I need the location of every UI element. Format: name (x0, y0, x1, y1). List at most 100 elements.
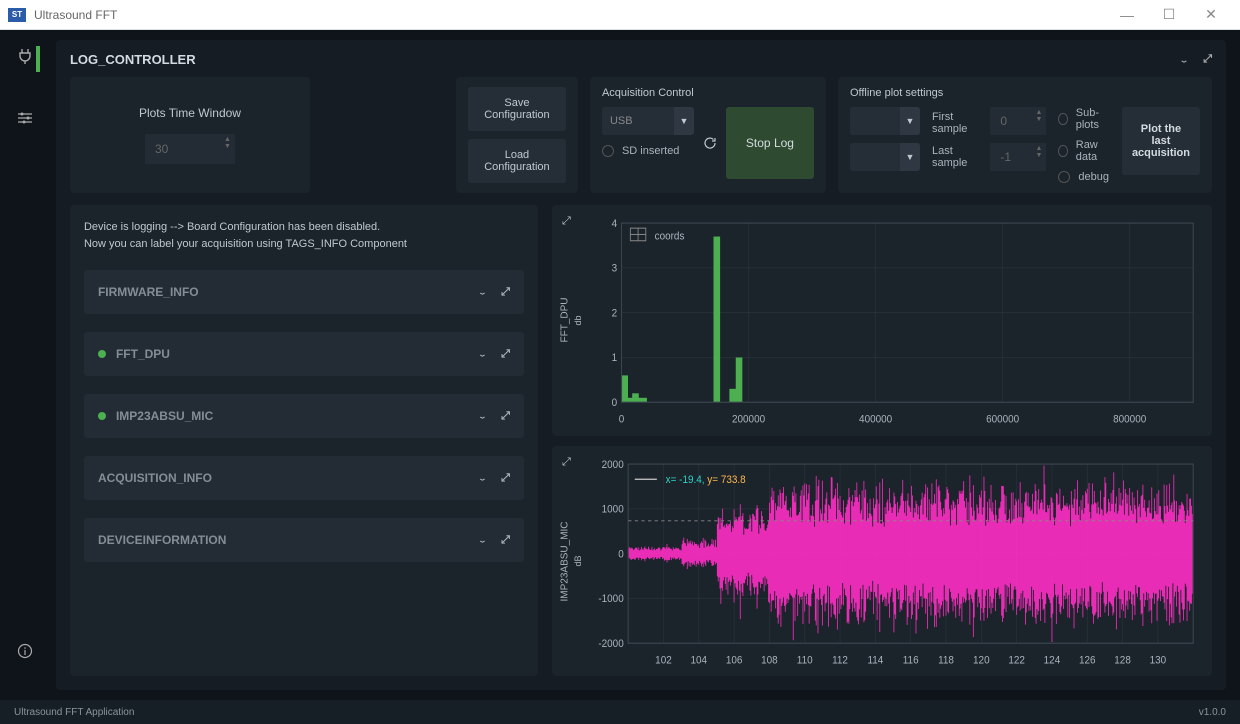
last-sample-input[interactable]: -1▲▼ (990, 143, 1046, 171)
accordion-firmware-info[interactable]: FIRMWARE_INFO ⌄⤢ (84, 270, 524, 314)
rawdata-radio[interactable] (1058, 145, 1067, 157)
chevron-down-icon: ⌄ (478, 474, 487, 482)
chart-fft-dpu: ⤢ FFT_DPU db 012340200000400000600000800… (552, 205, 1212, 436)
svg-text:110: 110 (797, 653, 813, 666)
chevron-down-icon: ▼ (900, 143, 920, 171)
chart2-name: IMP23ABSU_MIC (558, 454, 572, 669)
st-logo: ST (8, 8, 26, 22)
chart2-plot[interactable]: -2000-1000010002000102104106108110112114… (584, 454, 1202, 669)
svg-text:4: 4 (612, 217, 618, 230)
active-indicator (36, 46, 40, 72)
left-rail (0, 30, 50, 700)
chart1-plot[interactable]: 012340200000400000600000800000coords (584, 213, 1202, 428)
accordion-acq-info[interactable]: ACQUISITION_INFO ⌄⤢ (84, 456, 524, 500)
svg-text:2000: 2000 (602, 458, 624, 471)
svg-text:108: 108 (761, 653, 778, 666)
save-config-button[interactable]: Save Configuration (468, 87, 566, 131)
svg-text:2: 2 (612, 307, 618, 320)
plots-time-card: Plots Time Window 30 ▲▼ (70, 77, 310, 193)
plot-last-button[interactable]: Plot the last acquisition (1122, 107, 1200, 175)
maximize-button[interactable]: ☐ (1148, 1, 1190, 29)
svg-text:coords: coords (655, 230, 685, 243)
refresh-icon[interactable] (702, 107, 718, 179)
expand-icon[interactable]: ⤢ (501, 410, 510, 423)
accordion-fft-dpu[interactable]: FFT_DPU ⌄⤢ (84, 332, 524, 376)
svg-text:x= -19.4, y= 733.8: x= -19.4, y= 733.8 (666, 473, 746, 486)
rawdata-label: Raw data (1076, 139, 1110, 163)
svg-text:0: 0 (612, 396, 618, 409)
subplots-label: Sub-plots (1076, 107, 1110, 131)
offline-title: Offline plot settings (850, 87, 1200, 99)
accordion-mic[interactable]: IMP23ABSU_MIC ⌄⤢ (84, 394, 524, 438)
panel-title: LOG_CONTROLLER (70, 52, 196, 67)
plug-icon[interactable] (18, 48, 32, 69)
offline-select-1[interactable]: ▼ (850, 107, 920, 135)
acquisition-control-card: Acquisition Control USB▼ SD inserted Sto… (590, 77, 826, 193)
status-bar: Ultrasound FFT Application v1.0.0 (0, 700, 1240, 724)
sliders-icon[interactable] (17, 111, 33, 130)
svg-text:126: 126 (1079, 653, 1096, 666)
spinner-arrows-icon[interactable]: ▲▼ (1035, 145, 1042, 159)
component-list: Device is logging --> Board Configuratio… (70, 205, 538, 676)
expand-icon[interactable]: ⤢ (501, 534, 510, 547)
chevron-down-icon: ⌄ (478, 288, 487, 296)
first-sample-label: First sample (932, 111, 978, 135)
chart1-ylabel: db (572, 213, 584, 428)
info-icon[interactable] (17, 643, 33, 664)
accordion-device-info[interactable]: DEVICEINFORMATION ⌄⤢ (84, 518, 524, 562)
window-titlebar: ST Ultrasound FFT — ☐ ✕ (0, 0, 1240, 30)
svg-text:600000: 600000 (986, 413, 1019, 426)
sd-radio[interactable] (602, 145, 614, 157)
chevron-down-icon[interactable]: ⌄ (1179, 55, 1189, 63)
svg-text:3: 3 (612, 262, 618, 275)
svg-text:0: 0 (618, 547, 624, 560)
spinner-arrows-icon[interactable]: ▲▼ (224, 136, 231, 150)
svg-text:124: 124 (1044, 653, 1061, 666)
logging-info-text: Device is logging --> Board Configuratio… (84, 219, 524, 252)
svg-text:106: 106 (726, 653, 743, 666)
chevron-down-icon: ⌄ (478, 536, 487, 544)
sd-label: SD inserted (622, 145, 679, 157)
plots-time-input[interactable]: 30 ▲▼ (145, 134, 235, 164)
svg-text:-2000: -2000 (598, 637, 623, 650)
svg-text:-1000: -1000 (598, 592, 623, 605)
offline-select-2[interactable]: ▼ (850, 143, 920, 171)
expand-icon[interactable]: ⤢ (501, 348, 510, 361)
chart-mic: ⤢ IMP23ABSU_MIC dB -2000-100001000200010… (552, 446, 1212, 677)
chevron-down-icon: ⌄ (478, 350, 487, 358)
chevron-down-icon: ⌄ (478, 412, 487, 420)
debug-label: debug (1078, 171, 1109, 183)
offline-plot-card: Offline plot settings ▼ ▼ First sample L… (838, 77, 1212, 193)
svg-text:114: 114 (867, 653, 883, 666)
first-sample-input[interactable]: 0▲▼ (990, 107, 1046, 135)
load-config-button[interactable]: Load Configuration (468, 139, 566, 183)
status-dot-icon (98, 412, 106, 420)
svg-text:0: 0 (619, 413, 625, 426)
svg-text:130: 130 (1150, 653, 1167, 666)
acq-title: Acquisition Control (602, 87, 814, 99)
chevron-down-icon: ▼ (900, 107, 920, 135)
svg-text:122: 122 (1008, 653, 1025, 666)
chart1-name: FFT_DPU (558, 213, 572, 428)
spinner-arrows-icon[interactable]: ▲▼ (1035, 109, 1042, 123)
footer-version: v1.0.0 (1199, 707, 1226, 718)
expand-icon[interactable]: ⤢ (501, 472, 510, 485)
svg-text:1: 1 (612, 352, 618, 365)
svg-text:104: 104 (690, 653, 707, 666)
footer-app-name: Ultrasound FFT Application (14, 707, 134, 718)
last-sample-label: Last sample (932, 145, 978, 169)
debug-radio[interactable] (1058, 171, 1070, 183)
svg-text:112: 112 (832, 653, 848, 666)
svg-text:116: 116 (903, 653, 919, 666)
subplots-radio[interactable] (1058, 113, 1067, 125)
expand-icon[interactable]: ⤢ (501, 286, 510, 299)
plots-time-label: Plots Time Window (139, 106, 241, 120)
close-button[interactable]: ✕ (1190, 1, 1232, 29)
minimize-button[interactable]: — (1106, 1, 1148, 29)
stop-log-button[interactable]: Stop Log (726, 107, 814, 179)
svg-text:118: 118 (938, 653, 954, 666)
expand-icon[interactable]: ⤢ (1203, 53, 1212, 67)
interface-select[interactable]: USB▼ (602, 107, 694, 135)
svg-text:128: 128 (1114, 653, 1131, 666)
log-controller-panel: LOG_CONTROLLER ⌄ ⤢ Plots Time Window 30 … (56, 40, 1226, 690)
